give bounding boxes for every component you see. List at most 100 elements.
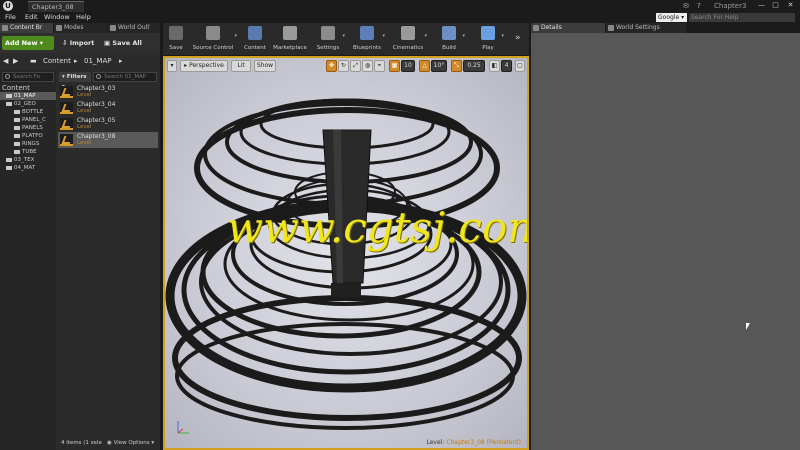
modes-icon	[56, 25, 62, 31]
asset-name: Chapter3_03	[77, 85, 116, 92]
level-thumbnail-icon	[60, 118, 73, 130]
tab-details[interactable]: Details	[531, 23, 605, 33]
list-item[interactable]: Chapter3_04 Level	[58, 100, 158, 116]
world-icon	[608, 25, 614, 31]
tree-item[interactable]: 01_MAP	[0, 92, 56, 100]
search-icon	[5, 74, 10, 79]
scale-snap-value[interactable]: 0.25	[463, 60, 485, 72]
source-control-icon	[206, 26, 220, 40]
scale-snap-icon[interactable]: ⤡	[451, 60, 462, 72]
toolbar-expand-button[interactable]: »	[515, 33, 521, 43]
toolbar-save-button[interactable]: Save	[165, 23, 187, 55]
tree-item-label: RINGS	[22, 141, 40, 147]
tab-world-settings[interactable]: World Settings	[606, 23, 686, 33]
tree-item[interactable]: PANELS	[0, 124, 56, 132]
toolbar-label: Cinematics	[392, 45, 424, 51]
asset-search-input[interactable]: Search 01_MAP	[93, 72, 157, 82]
tab-world-outliner[interactable]: World Outl	[108, 23, 160, 33]
tree-item[interactable]: PLATFO	[0, 132, 56, 140]
show-button[interactable]: Show	[254, 60, 276, 72]
feedback-icon[interactable]: ✉	[683, 1, 689, 11]
list-item[interactable]: Chapter3_03 Level	[58, 84, 158, 100]
tab-content-browser[interactable]: Content Br	[0, 23, 53, 33]
level-viewport[interactable]: ▾ ▸ Perspective Lit Show ✥ ↻ ⤢ ◍ ⌖ ▦ 10 …	[163, 56, 529, 450]
chevron-down-icon[interactable]: ▾	[501, 33, 504, 39]
import-button[interactable]: ⇩ Import	[62, 36, 94, 50]
back-arrow-icon[interactable]: ◀	[3, 54, 8, 68]
tree-item[interactable]: 02_GEO	[0, 100, 56, 108]
perspective-button[interactable]: ▸ Perspective	[180, 60, 228, 72]
toolbar-cinematics-button[interactable]: Cinematics ▾	[389, 23, 427, 55]
menu-bar: File Edit Window Help Google ▾ Search Fo…	[0, 12, 800, 23]
toolbar-label: Marketplace	[273, 45, 307, 51]
camera-speed-icon[interactable]: ◧	[489, 60, 500, 72]
document-tab[interactable]: Chapter3_08	[28, 1, 84, 12]
tree-item[interactable]: Content	[0, 84, 56, 92]
menu-edit[interactable]: Edit	[25, 12, 38, 23]
breadcrumb-content[interactable]: Content	[43, 54, 71, 68]
camera-speed-value[interactable]: 4	[501, 60, 512, 72]
menu-window[interactable]: Window	[44, 12, 70, 23]
content-browser-footer: 4 items (1 sele ◉ View Options ▾	[57, 436, 160, 450]
grid-snap-value[interactable]: 10	[401, 60, 415, 72]
view-mode-lit-button[interactable]: Lit	[231, 60, 251, 72]
chevron-down-icon[interactable]: ▾	[342, 33, 345, 39]
list-item[interactable]: Chapter3_05 Level	[58, 116, 158, 132]
folder-icon	[14, 109, 20, 114]
minimize-button[interactable]: —	[755, 0, 768, 11]
help-icon[interactable]: ?	[697, 1, 701, 11]
search-icon	[96, 74, 101, 79]
folder-tree: Search Fo Content 01_MAP 02_GEO BOTTLE PANEL…	[0, 71, 56, 450]
tree-item[interactable]: 04_MAT	[0, 164, 56, 172]
toolbar-source-control-button[interactable]: Source Control ▾	[189, 23, 237, 55]
grid-snap-icon[interactable]: ▦	[389, 60, 400, 72]
toolbar-play-button[interactable]: Play ▾	[472, 23, 504, 55]
world-space-icon[interactable]: ◍	[362, 60, 373, 72]
tree-item[interactable]: 03_TEX	[0, 156, 56, 164]
folder-icon	[14, 141, 20, 146]
tree-item-label: 02_GEO	[14, 101, 36, 107]
maximize-viewport-icon[interactable]: ▢	[515, 60, 525, 72]
tab-modes[interactable]: Modes	[54, 23, 107, 33]
toolbar-build-button[interactable]: Build ▾	[433, 23, 465, 55]
chevron-down-icon[interactable]: ▾	[462, 33, 465, 39]
chevron-right-icon: ▸	[119, 57, 123, 65]
axis-gizmo-icon	[177, 421, 189, 434]
toolbar-marketplace-button[interactable]: Marketplace	[272, 23, 308, 55]
folder-search-input[interactable]: Search Fo	[2, 72, 54, 82]
filters-button[interactable]: ▾ Filters ▾	[59, 72, 91, 90]
tree-item[interactable]: TUBE	[0, 148, 56, 156]
project-name: Chapter3	[714, 2, 747, 10]
chevron-down-icon[interactable]: ▾	[424, 33, 427, 39]
scale-icon[interactable]: ⤢	[350, 60, 361, 72]
maximize-button[interactable]: □	[769, 0, 782, 11]
save-all-button[interactable]: ▣ Save All	[104, 36, 142, 50]
help-source-select[interactable]: Google ▾	[656, 13, 687, 22]
viewport-toolbar: ▾ ▸ Perspective Lit Show ✥ ↻ ⤢ ◍ ⌖ ▦ 10 …	[165, 60, 527, 74]
menu-help[interactable]: Help	[76, 12, 91, 23]
close-button[interactable]: ✕	[784, 0, 797, 11]
tree-item[interactable]: PANEL_C	[0, 116, 56, 124]
rotation-snap-value[interactable]: 10°	[431, 60, 447, 72]
chevron-down-icon[interactable]: ▾	[234, 33, 237, 39]
toolbar-content-button[interactable]: Content	[241, 23, 269, 55]
viewport-options-button[interactable]: ▾	[167, 60, 177, 72]
rotation-snap-icon[interactable]: △	[419, 60, 430, 72]
toolbar-blueprints-button[interactable]: Blueprints ▾	[349, 23, 385, 55]
chevron-down-icon[interactable]: ▾	[382, 33, 385, 39]
menu-file[interactable]: File	[5, 12, 16, 23]
content-browser-toolbar: Add New ▾ ⇩ Import ▣ Save All	[0, 33, 160, 53]
list-item[interactable]: Chapter3_08 Level	[58, 132, 158, 148]
help-search-input[interactable]: Search For Help	[689, 13, 795, 22]
tree-item[interactable]: RINGS	[0, 140, 56, 148]
view-options-button[interactable]: ◉ View Options ▾	[107, 436, 154, 450]
toolbar-settings-button[interactable]: Settings ▾	[311, 23, 345, 55]
add-new-button[interactable]: Add New ▾	[2, 36, 54, 50]
folder-icon	[6, 157, 12, 162]
forward-arrow-icon[interactable]: ▶	[13, 54, 18, 68]
tree-item[interactable]: BOTTLE	[0, 108, 56, 116]
surface-snap-icon[interactable]: ⌖	[374, 60, 385, 72]
rotate-icon[interactable]: ↻	[338, 60, 349, 72]
breadcrumb-01-map[interactable]: 01_MAP	[84, 54, 111, 68]
translate-icon[interactable]: ✥	[326, 60, 337, 72]
